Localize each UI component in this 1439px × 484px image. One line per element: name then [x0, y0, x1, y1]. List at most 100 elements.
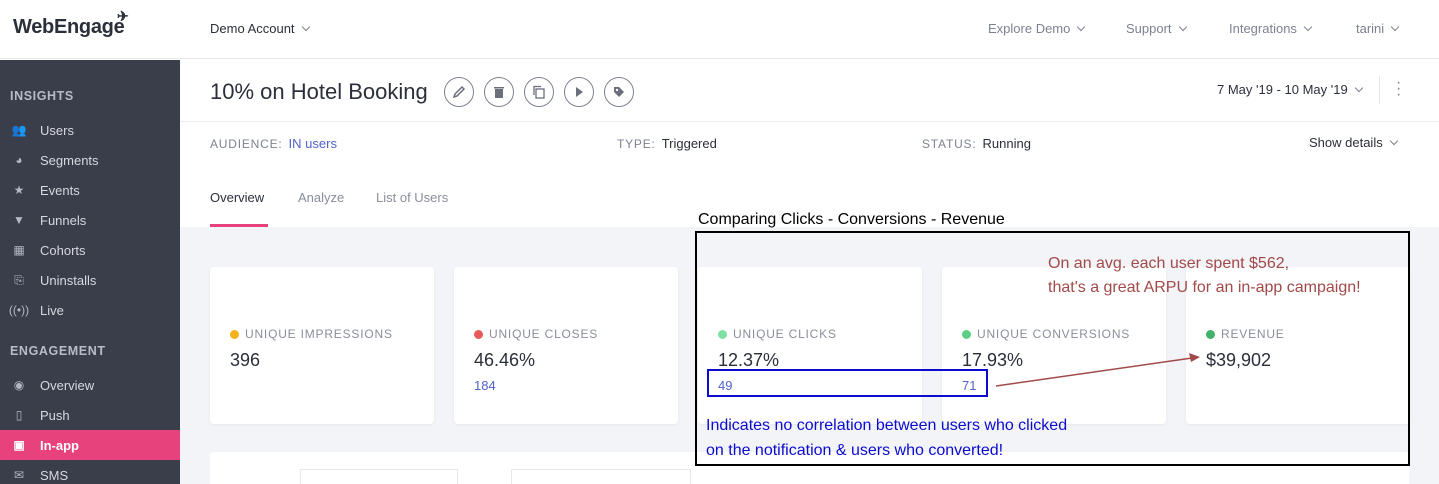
chevron-down-icon	[1354, 83, 1363, 93]
sms-icon: ✉	[13, 468, 25, 482]
card-label: UNIQUE CLOSES	[474, 327, 598, 341]
annotation-line: Indicates no correlation between users w…	[706, 417, 1068, 434]
audience-link[interactable]: IN users	[289, 136, 337, 151]
card-label-text: UNIQUE IMPRESSIONS	[245, 327, 393, 341]
status-dot	[230, 329, 239, 339]
status-label: STATUS:	[922, 137, 977, 151]
sidebar-item-label: Cohorts	[40, 242, 86, 258]
section-insights: INSIGHTS	[10, 89, 74, 103]
bird-icon: ✈	[117, 8, 129, 24]
webengage-logo[interactable]: WebEngage ✈	[13, 8, 129, 39]
tag-button[interactable]	[604, 77, 634, 107]
sidebar-item-uninstalls[interactable]: ⎘ Uninstalls	[0, 265, 180, 295]
type-info: TYPE: Triggered	[617, 136, 717, 151]
tab-overview[interactable]: Overview	[210, 190, 264, 205]
broadcast-icon: ((•))	[8, 303, 30, 317]
status-value: Running	[982, 136, 1031, 151]
sidebar-item-overview[interactable]: ◉ Overview	[0, 370, 180, 400]
nav-label: Support	[1126, 21, 1172, 36]
annotation-arpu: On an avg. each user spent $562, that's …	[1048, 252, 1361, 300]
sidebar-item-cohorts[interactable]: ▦ Cohorts	[0, 235, 180, 265]
chart-selector[interactable]	[511, 469, 691, 484]
annotation-line: On an avg. each user spent $562,	[1048, 255, 1290, 272]
sidebar-item-users[interactable]: 👥 Users	[0, 115, 180, 145]
nav-user-menu[interactable]: tarini	[1356, 21, 1400, 36]
card-unique-closes: UNIQUE CLOSES 46.46% 184	[454, 267, 678, 424]
delete-icon	[494, 87, 504, 98]
copy-button[interactable]	[524, 77, 554, 107]
chevron-down-icon	[301, 22, 310, 32]
sidebar-item-label: In-app	[40, 437, 79, 453]
sidebar-item-label: Uninstalls	[40, 272, 97, 288]
users-icon: 👥	[11, 123, 27, 137]
card-value: 396	[230, 350, 261, 370]
annotation-line: on the notification & users who converte…	[706, 442, 1004, 459]
chevron-double-down-icon	[1389, 136, 1398, 146]
card-count-link[interactable]: 184	[474, 378, 496, 393]
sidebar-item-events[interactable]: ★ Events	[0, 175, 180, 205]
sidebar-item-in-app[interactable]: ▣ In-app	[0, 430, 180, 460]
sidebar-item-live[interactable]: ((•)) Live	[0, 295, 180, 325]
sidebar-item-label: Events	[40, 182, 80, 198]
date-range-picker[interactable]: 7 May '19 - 10 May '19	[1217, 82, 1363, 97]
annotation-correlation: Indicates no correlation between users w…	[706, 413, 1067, 463]
annotation-highlight-box	[707, 369, 988, 397]
play-icon	[576, 87, 583, 97]
play-button[interactable]	[564, 77, 594, 107]
nav-label: Integrations	[1229, 21, 1297, 36]
sidebar-item-label: Overview	[40, 377, 95, 393]
sidebar-item-funnels[interactable]: ▼ Funnels	[0, 205, 180, 235]
nav-label: Explore Demo	[988, 21, 1071, 36]
tag-icon	[614, 87, 624, 97]
grid-icon: ▦	[13, 243, 25, 257]
account-switcher[interactable]: Demo Account	[210, 21, 310, 36]
account-name: Demo Account	[210, 21, 295, 36]
pie-icon: ◕	[15, 153, 23, 167]
sidebar-item-label: Users	[40, 122, 74, 138]
audience-info: AUDIENCE: IN users	[210, 136, 337, 151]
logo-text: WebEngage	[13, 16, 125, 38]
show-details-label: Show details	[1309, 135, 1383, 150]
divider	[1379, 76, 1380, 104]
nav-label: tarini	[1356, 21, 1385, 36]
sidebar-item-push[interactable]: ▯ Push	[0, 400, 180, 430]
nav-integrations[interactable]: Integrations	[1229, 21, 1313, 36]
annotation-title: Comparing Clicks - Conversions - Revenue	[698, 211, 1005, 228]
edit-icon	[452, 85, 466, 99]
sidebar-item-segments[interactable]: ◕ Segments	[0, 145, 180, 175]
chevron-down-icon	[1178, 22, 1187, 32]
audience-label: AUDIENCE:	[210, 137, 283, 151]
active-tab-indicator	[210, 224, 268, 227]
sidebar-item-sms[interactable]: ✉ SMS	[0, 460, 180, 484]
type-value: Triggered	[661, 136, 717, 151]
type-label: TYPE:	[617, 137, 656, 151]
edit-button[interactable]	[444, 77, 474, 107]
more-options-icon[interactable]: · · ·	[1396, 75, 1401, 103]
eye-icon: ◉	[13, 378, 25, 392]
campaign-title: 10% on Hotel Booking	[210, 79, 428, 104]
status-info: STATUS: Running	[922, 136, 1031, 151]
chevron-down-icon	[1303, 22, 1313, 32]
card-label: UNIQUE IMPRESSIONS	[230, 327, 393, 341]
sidebar-item-label: Push	[40, 407, 70, 423]
nav-explore-demo[interactable]: Explore Demo	[988, 21, 1086, 36]
status-dot	[474, 329, 483, 339]
card-unique-impressions: UNIQUE IMPRESSIONS 396	[210, 267, 434, 424]
chevron-down-icon	[1390, 22, 1400, 32]
mobile-icon: ▯	[15, 408, 23, 422]
chevron-down-icon	[1077, 22, 1086, 32]
copy-icon	[533, 85, 545, 99]
sidebar-item-label: Segments	[40, 152, 99, 168]
inapp-icon: ▣	[13, 438, 25, 452]
card-label-text: UNIQUE CLOSES	[489, 327, 599, 341]
card-value: 46.46%	[474, 350, 536, 370]
show-details-toggle[interactable]: Show details	[1309, 135, 1398, 150]
tab-analyze[interactable]: Analyze	[298, 190, 344, 205]
chart-selector[interactable]	[300, 469, 458, 484]
delete-button[interactable]	[484, 77, 514, 107]
sidebar-item-label: Funnels	[40, 212, 87, 228]
divider	[180, 121, 1439, 122]
nav-support[interactable]: Support	[1126, 21, 1187, 36]
top-bar: WebEngage ✈ Demo Account Explore Demo Su…	[0, 0, 1439, 59]
tab-list-of-users[interactable]: List of Users	[376, 190, 448, 205]
